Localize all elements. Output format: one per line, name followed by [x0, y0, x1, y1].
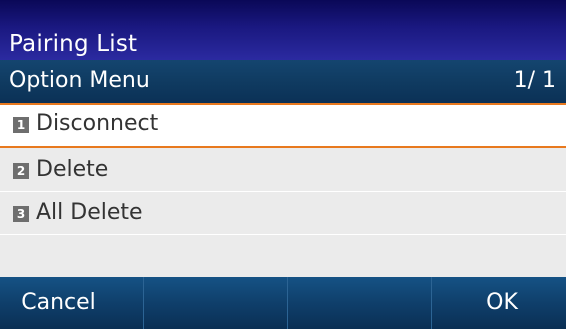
ok-softkey[interactable]: OK	[431, 277, 566, 329]
empty-row	[0, 236, 566, 277]
page-indicator: 1/ 1	[513, 68, 556, 93]
number-3-icon: 3	[13, 206, 29, 222]
softkey-label: Cancel	[21, 290, 96, 315]
menu-item-label: Disconnect	[36, 111, 159, 136]
title-bar: Pairing List	[0, 0, 566, 60]
menu-item-delete[interactable]: 2 Delete	[0, 150, 566, 192]
menu-item-disconnect[interactable]: 1 Disconnect	[0, 103, 566, 148]
cancel-softkey[interactable]: Cancel	[0, 277, 141, 329]
screen-title: Pairing List	[9, 31, 138, 57]
menu-item-label: Delete	[36, 157, 109, 182]
softkey-2[interactable]	[143, 277, 284, 329]
menu-item-label: All Delete	[36, 200, 143, 225]
number-2-icon: 2	[13, 163, 29, 179]
softkey-3[interactable]	[287, 277, 428, 329]
option-menu-header: Option Menu 1/ 1	[0, 60, 566, 103]
number-1-icon: 1	[13, 117, 29, 133]
option-menu-title: Option Menu	[9, 68, 150, 93]
option-menu-list: 1 Disconnect 2 Delete 3 All Delete	[0, 103, 566, 277]
softkey-label: OK	[486, 290, 518, 315]
softkey-bar: Cancel OK	[0, 277, 566, 329]
phone-screen: Pairing List Option Menu 1/ 1 1 Disconne…	[0, 0, 566, 329]
menu-item-all-delete[interactable]: 3 All Delete	[0, 193, 566, 235]
